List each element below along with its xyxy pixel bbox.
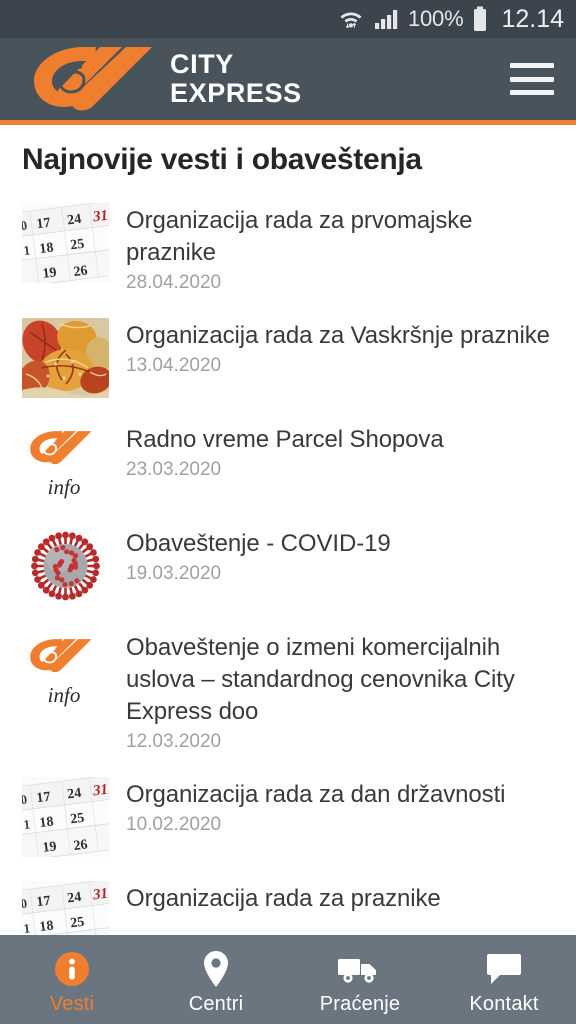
news-title: Organizacija rada za Vaskršnje praznike (126, 322, 550, 349)
city-express-info-logo-icon: info (22, 630, 109, 710)
svg-text:31: 31 (91, 782, 109, 800)
info-circle-icon (52, 950, 92, 988)
news-list-item[interactable]: 0 17 24 31 1 18 25 19 26 Organizacija ra… (0, 765, 576, 869)
news-date: 19.03.2020 (126, 563, 222, 584)
news-thumbnail: 0 17 24 31 1 18 25 19 26 (22, 203, 109, 283)
news-thumbnail: 0 17 24 31 1 18 25 19 26 (22, 881, 109, 935)
chat-bubble-icon (485, 950, 523, 988)
news-date: 10.02.2020 (126, 814, 222, 835)
app-screen: 100% 12.14 CITY EXPRESS Najnovije vesti … (0, 0, 576, 1024)
news-thumbnail: info (22, 422, 109, 502)
svg-text:31: 31 (91, 886, 109, 904)
news-list-item[interactable]: Organizacija rada za Vaskršnje praznike 1… (0, 306, 576, 410)
svg-text:25: 25 (69, 811, 85, 828)
city-express-swoosh-logo-icon (26, 41, 154, 118)
news-thumbnail: 0 17 24 31 1 18 25 19 26 (22, 777, 109, 857)
news-scroll-area[interactable]: Najnovije vesti i obaveštenja 0 17 24 31… (0, 125, 576, 935)
news-date: 23.03.2020 (126, 459, 222, 480)
news-title: Organizacija rada za prvomajske praznike (126, 207, 473, 266)
news-thumbnail: info (22, 630, 109, 710)
news-title: Radno vreme Parcel Shopova (126, 426, 444, 453)
news-text-block: Obaveštenje - COVID-19 19.03.2020 (126, 526, 558, 585)
news-thumbnail (22, 526, 109, 606)
nav-item-label: Centri (188, 992, 244, 1015)
svg-text:info: info (48, 683, 81, 707)
svg-text:19: 19 (42, 265, 58, 282)
city-express-info-logo-icon: info (22, 422, 109, 502)
easter-eggs-image (22, 318, 109, 398)
calendar-dates-image: 0 17 24 31 1 18 25 19 26 (22, 203, 109, 283)
news-title: Obaveštenje - COVID-19 (126, 530, 391, 557)
news-list-item[interactable]: info Radno vreme Parcel Shopova 23.03.202… (0, 410, 576, 514)
nav-item-label: Vesti (49, 992, 95, 1015)
svg-text:18: 18 (39, 814, 55, 831)
svg-text:17: 17 (36, 790, 52, 807)
wifi-icon (338, 7, 364, 31)
truck-icon (337, 950, 383, 988)
battery-percent-label: 100% (407, 6, 464, 31)
brand-name: CITY EXPRESS (170, 50, 302, 108)
news-title: Organizacija rada za praznike (126, 885, 441, 912)
status-bar: 100% 12.14 (0, 0, 576, 38)
hamburger-bar-3 (510, 90, 554, 95)
news-date: 28.04.2020 (126, 272, 222, 293)
news-text-block: Radno vreme Parcel Shopova 23.03.2020 (126, 422, 558, 481)
nav-item-kontakt[interactable]: Kontakt (432, 935, 576, 1024)
news-list-item[interactable]: 0 17 24 31 1 18 25 19 26 Organizacija ra… (0, 191, 576, 306)
nav-item-praenje[interactable]: Praćenje (288, 935, 432, 1024)
news-title: Organizacija rada za dan državnosti (126, 781, 506, 808)
news-list-item[interactable]: 0 17 24 31 1 18 25 19 26 Organizacija ra… (0, 869, 576, 935)
app-header: CITY EXPRESS (0, 38, 576, 120)
news-text-block: Obaveštenje o izmeni komercijalnih uslov… (126, 630, 558, 753)
signal-bars-icon (373, 7, 399, 31)
news-list: 0 17 24 31 1 18 25 19 26 Organizacija ra… (0, 191, 576, 935)
nav-item-vesti[interactable]: Vesti (0, 935, 144, 1024)
nav-item-label: Praćenje (319, 992, 401, 1015)
svg-text:info: info (48, 475, 81, 499)
brand-logo-group[interactable]: CITY EXPRESS (26, 41, 302, 118)
svg-text:25: 25 (69, 237, 85, 254)
hamburger-menu-icon[interactable] (510, 63, 554, 95)
calendar-dates-image: 0 17 24 31 1 18 25 19 26 (22, 881, 109, 935)
status-bar-clock: 12.14 (501, 4, 564, 33)
svg-text:17: 17 (36, 216, 52, 233)
news-list-item[interactable]: info Obaveštenje o izmeni komercijalnih … (0, 618, 576, 765)
bottom-navigation-bar: Vesti Centri Praćenje Kontakt (0, 935, 576, 1024)
battery-full-icon (472, 6, 488, 32)
svg-text:18: 18 (39, 918, 55, 935)
calendar-dates-image: 0 17 24 31 1 18 25 19 26 (22, 777, 109, 857)
svg-text:24: 24 (66, 890, 82, 907)
coronavirus-image (22, 526, 109, 606)
news-list-item[interactable]: Obaveštenje - COVID-19 19.03.2020 (0, 514, 576, 618)
nav-item-label: Kontakt (469, 992, 539, 1015)
news-date: 13.04.2020 (126, 355, 222, 376)
hamburger-bar-1 (510, 63, 554, 68)
news-thumbnail (22, 318, 109, 398)
svg-text:19: 19 (42, 839, 58, 856)
svg-text:17: 17 (36, 894, 52, 911)
brand-line-2: EXPRESS (170, 78, 302, 108)
news-title: Obaveštenje o izmeni komercijalnih uslov… (126, 634, 515, 725)
brand-line-1: CITY (170, 49, 234, 79)
news-date: 12.03.2020 (126, 731, 222, 752)
svg-text:31: 31 (91, 208, 109, 226)
svg-text:24: 24 (66, 212, 82, 229)
svg-text:18: 18 (39, 240, 55, 257)
map-pin-icon (199, 950, 233, 988)
nav-item-centri[interactable]: Centri (144, 935, 288, 1024)
svg-text:24: 24 (66, 786, 82, 803)
svg-text:26: 26 (73, 264, 89, 281)
page-title: Najnovije vesti i obaveštenja (22, 143, 422, 176)
news-text-block: Organizacija rada za Vaskršnje praznike 1… (126, 318, 558, 377)
svg-text:26: 26 (73, 838, 89, 855)
svg-text:25: 25 (69, 915, 85, 932)
news-text-block: Organizacija rada za prvomajske praznike… (126, 203, 558, 294)
hamburger-bar-2 (510, 76, 554, 82)
news-text-block: Organizacija rada za dan državnosti 10.02… (126, 777, 558, 836)
news-text-block: Organizacija rada za praznike (126, 881, 558, 918)
